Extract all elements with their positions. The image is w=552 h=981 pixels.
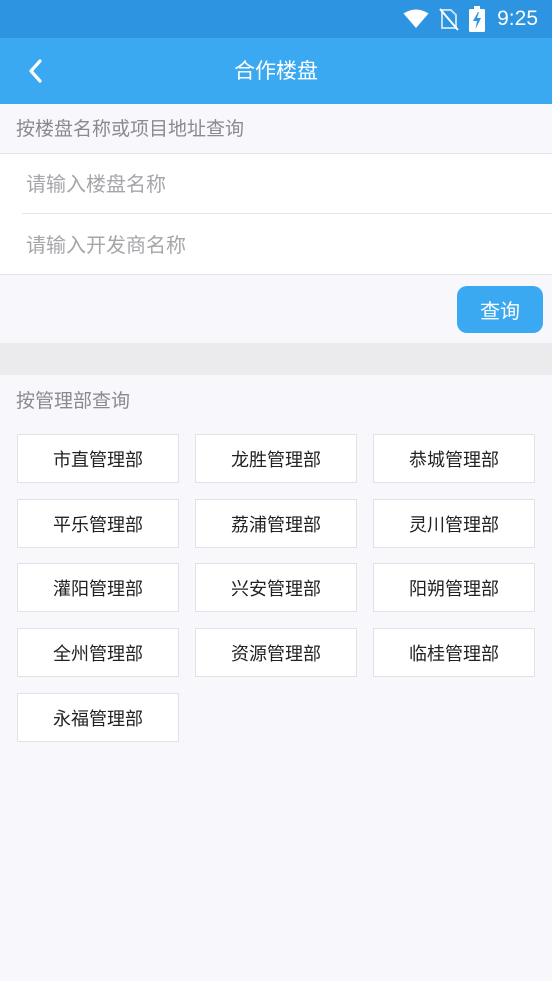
department-button[interactable]: 阳朔管理部 [373, 563, 535, 612]
search-by-department-label: 按管理部查询 [16, 390, 131, 412]
department-button[interactable]: 龙胜管理部 [195, 434, 357, 483]
department-button[interactable]: 恭城管理部 [373, 434, 535, 483]
department-button[interactable]: 平乐管理部 [17, 499, 179, 548]
search-form [0, 153, 552, 275]
app-bar: 合作楼盘 [0, 38, 552, 104]
developer-name-input[interactable] [22, 215, 552, 275]
query-button[interactable]: 查询 [457, 286, 543, 333]
department-button[interactable]: 临桂管理部 [373, 628, 535, 677]
status-bar: 9:25 [0, 0, 552, 38]
section-divider [0, 343, 552, 375]
property-name-input[interactable] [22, 154, 552, 214]
status-time: 9:25 [497, 7, 538, 30]
department-button[interactable]: 灵川管理部 [373, 499, 535, 548]
battery-charging-icon [469, 6, 486, 32]
page-title: 合作楼盘 [234, 59, 318, 83]
department-button[interactable]: 灌阳管理部 [17, 563, 179, 612]
back-button[interactable] [12, 47, 60, 95]
department-button[interactable]: 市直管理部 [17, 434, 179, 483]
department-button[interactable]: 全州管理部 [17, 628, 179, 677]
department-button[interactable]: 永福管理部 [17, 693, 179, 742]
department-button[interactable]: 兴安管理部 [195, 563, 357, 612]
chevron-left-icon [29, 59, 42, 83]
search-by-name-label: 按楼盘名称或项目地址查询 [16, 118, 245, 140]
wifi-icon [403, 9, 429, 28]
department-button[interactable]: 荔浦管理部 [195, 499, 357, 548]
no-sim-icon [439, 8, 459, 31]
department-button[interactable]: 资源管理部 [195, 628, 357, 677]
